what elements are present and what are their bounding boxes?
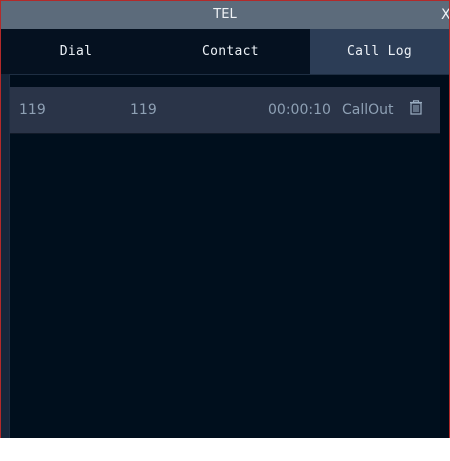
tel-window: TEL X Dial Contact Call Log 119 119 00:0… bbox=[0, 0, 450, 440]
call-log-panel: 119 119 00:00:10 CallOut bbox=[9, 74, 449, 439]
tab-call-log[interactable]: Call Log bbox=[310, 29, 449, 74]
tab-bar: Dial Contact Call Log bbox=[1, 29, 449, 74]
window-title: TEL bbox=[213, 7, 237, 22]
tab-dial[interactable]: Dial bbox=[1, 29, 151, 74]
call-duration: 00:00:10 bbox=[268, 102, 331, 118]
call-contact-number: 119 bbox=[130, 102, 157, 118]
close-button[interactable]: X bbox=[441, 7, 449, 23]
title-bar: TEL X bbox=[1, 1, 449, 29]
tab-contact[interactable]: Contact bbox=[151, 29, 310, 74]
call-type: CallOut bbox=[342, 102, 394, 118]
call-number: 119 bbox=[19, 102, 46, 118]
call-log-list: 119 119 00:00:10 CallOut bbox=[10, 87, 440, 437]
bottom-margin bbox=[0, 438, 450, 461]
trash-icon[interactable] bbox=[407, 99, 425, 117]
call-log-row[interactable]: 119 119 00:00:10 CallOut bbox=[10, 87, 440, 134]
